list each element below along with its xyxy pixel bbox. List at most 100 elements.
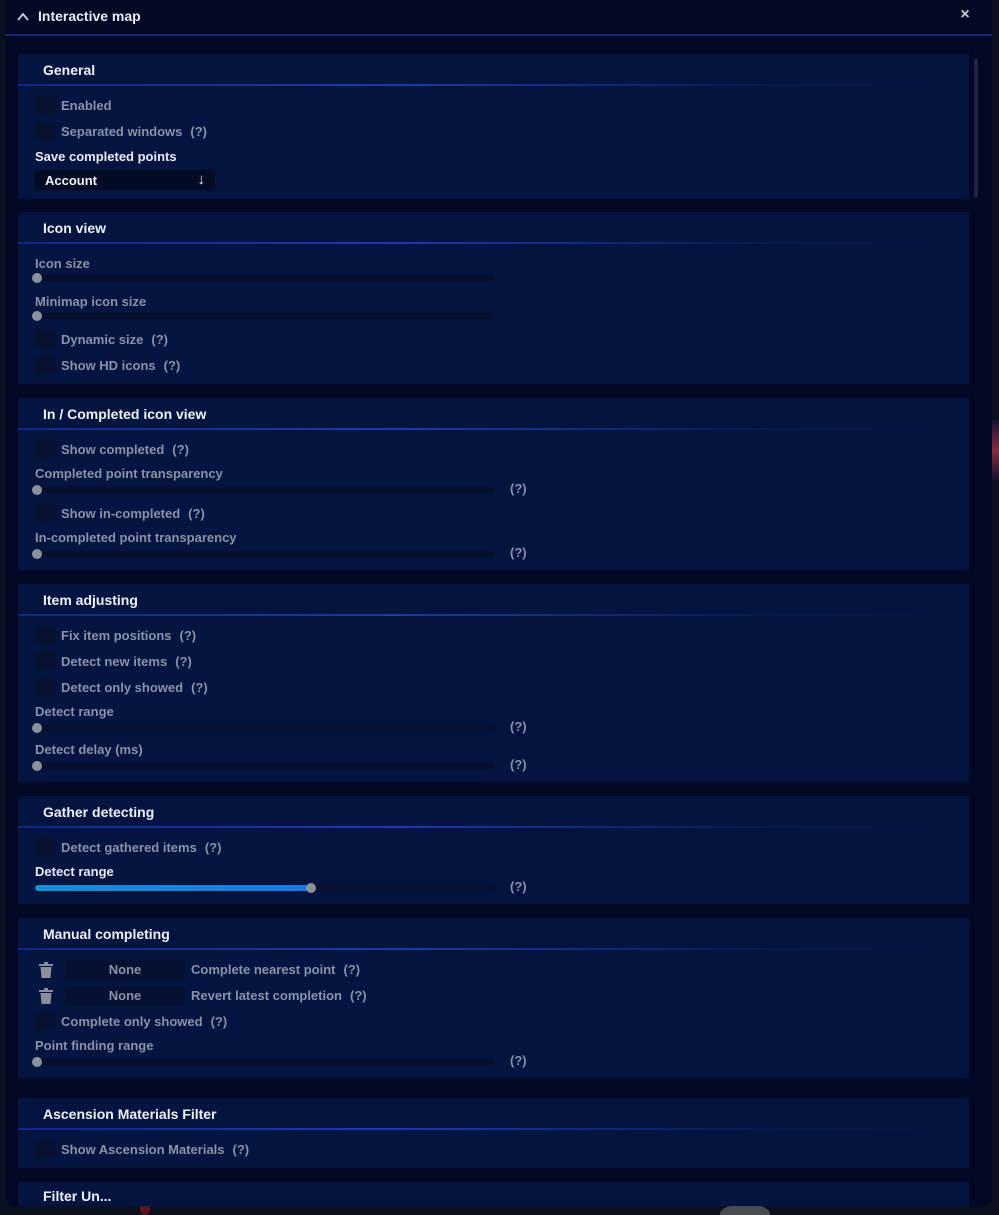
- arrow-down-icon: ↓: [197, 171, 206, 188]
- slider-handle[interactable]: [32, 549, 42, 559]
- help-tooltip[interactable]: (?): [510, 757, 527, 772]
- window-title: Interactive map: [38, 8, 141, 24]
- help-tooltip[interactable]: (?): [151, 332, 168, 347]
- help-tooltip[interactable]: (?): [190, 124, 207, 139]
- section-divider: [18, 1128, 969, 1130]
- checkbox-label: Detect gathered items: [61, 840, 197, 855]
- keybind-label: Revert latest completion: [191, 988, 342, 1003]
- help-tooltip[interactable]: (?): [175, 654, 192, 669]
- detect-new-items-checkbox[interactable]: [35, 652, 55, 670]
- checkbox-label: Show HD icons: [61, 358, 156, 373]
- keybind-row-revert-latest: None Revert latest completion (?): [35, 986, 635, 1006]
- help-tooltip[interactable]: (?): [233, 1142, 250, 1157]
- window-titlebar: Interactive map ×: [6, 0, 992, 36]
- chevron-up-icon[interactable]: [17, 11, 29, 23]
- slider-handle[interactable]: [32, 1057, 42, 1067]
- scrollbar[interactable]: [974, 58, 978, 198]
- trash-icon[interactable]: [39, 988, 53, 1004]
- minimap-icon-size-slider[interactable]: [32, 311, 495, 321]
- select-value: Account: [45, 173, 97, 188]
- section-gather-detecting: Gather detecting Detect gathered items (?…: [18, 796, 969, 904]
- section-title: Ascension Materials Filter: [43, 1106, 217, 1122]
- section-title: General: [43, 62, 96, 78]
- section-title: Item adjusting: [43, 592, 138, 608]
- slider-handle[interactable]: [32, 723, 42, 733]
- detect-range-slider[interactable]: [32, 723, 495, 733]
- help-tooltip[interactable]: (?): [350, 988, 367, 1003]
- slider-handle[interactable]: [32, 761, 42, 771]
- checkbox-label: Detect new items: [61, 654, 168, 669]
- slider-handle[interactable]: [32, 273, 42, 283]
- keybind-label: Complete nearest point: [191, 962, 336, 977]
- help-tooltip[interactable]: (?): [172, 442, 189, 457]
- help-tooltip[interactable]: (?): [510, 879, 527, 894]
- checkbox-label: Dynamic size: [61, 332, 144, 347]
- section-manual-completing: Manual completing None Complete nearest …: [18, 918, 969, 1078]
- save-completed-points-select[interactable]: Account ↓: [35, 170, 215, 190]
- interactive-map-window: Interactive map × General Enabled Separa…: [6, 0, 992, 1206]
- show-hd-icons-checkbox[interactable]: [35, 356, 55, 374]
- section-item-adjusting: Item adjusting Fix item positions (?) Det…: [18, 584, 969, 782]
- icon-size-slider[interactable]: [32, 273, 495, 283]
- detect-only-showed-checkbox[interactable]: [35, 678, 55, 696]
- section-in-completed-icon-view: In / Completed icon view Show completed (…: [18, 398, 969, 570]
- section-divider: [18, 428, 969, 430]
- slider-handle[interactable]: [32, 311, 42, 321]
- help-tooltip[interactable]: (?): [510, 1053, 527, 1068]
- help-tooltip[interactable]: (?): [205, 840, 222, 855]
- checkbox-label: Separated windows: [61, 124, 183, 139]
- checkbox-label: Fix item positions: [61, 628, 172, 643]
- section-title: Manual completing: [43, 926, 170, 942]
- in-completed-transparency-label: In-completed point transparency: [35, 530, 237, 545]
- background-decoration: [992, 420, 999, 480]
- slider-handle[interactable]: [306, 883, 316, 893]
- complete-only-showed-checkbox[interactable]: [35, 1012, 55, 1030]
- show-in-completed-checkbox[interactable]: [35, 504, 55, 522]
- keybind-button[interactable]: None: [65, 960, 185, 980]
- show-ascension-materials-checkbox[interactable]: [35, 1140, 55, 1158]
- detect-gathered-items-checkbox[interactable]: [35, 838, 55, 856]
- enabled-checkbox[interactable]: [35, 96, 55, 114]
- close-icon[interactable]: ×: [958, 7, 972, 23]
- help-tooltip[interactable]: (?): [191, 680, 208, 695]
- help-tooltip[interactable]: (?): [510, 481, 527, 496]
- separated-windows-checkbox[interactable]: [35, 122, 55, 140]
- help-tooltip[interactable]: (?): [180, 628, 197, 643]
- slider-handle[interactable]: [32, 485, 42, 495]
- point-finding-range-slider[interactable]: [32, 1057, 495, 1067]
- trash-icon[interactable]: [39, 962, 53, 978]
- help-tooltip[interactable]: (?): [164, 358, 181, 373]
- help-tooltip[interactable]: (?): [343, 962, 360, 977]
- fix-item-positions-checkbox[interactable]: [35, 626, 55, 644]
- minimap-icon-size-label: Minimap icon size: [35, 294, 147, 309]
- slider-fill: [35, 885, 311, 891]
- in-completed-transparency-slider[interactable]: [32, 549, 495, 559]
- gather-detect-range-slider[interactable]: [35, 883, 495, 893]
- section-icon-view: Icon view Icon size Minimap icon size Dy…: [18, 212, 969, 384]
- detect-delay-label: Detect delay (ms): [35, 742, 143, 757]
- help-tooltip[interactable]: (?): [510, 719, 527, 734]
- section-divider: [18, 242, 969, 244]
- detect-delay-slider[interactable]: [32, 761, 495, 771]
- section-ascension-materials-filter: Ascension Materials Filter Show Ascensio…: [18, 1098, 969, 1168]
- section-divider: [18, 826, 969, 828]
- section-next: Filter Un...: [18, 1182, 969, 1206]
- help-tooltip[interactable]: (?): [510, 545, 527, 560]
- checkbox-label: Show Ascension Materials: [61, 1142, 225, 1157]
- dynamic-size-checkbox[interactable]: [35, 330, 55, 348]
- keybind-row-complete-nearest: None Complete nearest point (?): [35, 960, 635, 980]
- checkbox-label: Show in-completed: [61, 506, 181, 521]
- section-divider: [18, 84, 969, 86]
- settings-scroll-area[interactable]: General Enabled Separated windows (?) Sav…: [6, 38, 992, 1206]
- section-divider: [18, 614, 969, 616]
- keybind-button[interactable]: None: [65, 986, 185, 1006]
- completed-transparency-slider[interactable]: [32, 485, 495, 495]
- icon-size-label: Icon size: [35, 256, 90, 271]
- help-tooltip[interactable]: (?): [188, 506, 205, 521]
- checkbox-label: Show completed: [61, 442, 165, 457]
- section-title: Filter Un...: [43, 1188, 112, 1204]
- detect-range-label: Detect range: [35, 704, 114, 719]
- show-completed-checkbox[interactable]: [35, 440, 55, 458]
- section-general: General Enabled Separated windows (?) Sav…: [18, 54, 969, 199]
- help-tooltip[interactable]: (?): [211, 1014, 228, 1029]
